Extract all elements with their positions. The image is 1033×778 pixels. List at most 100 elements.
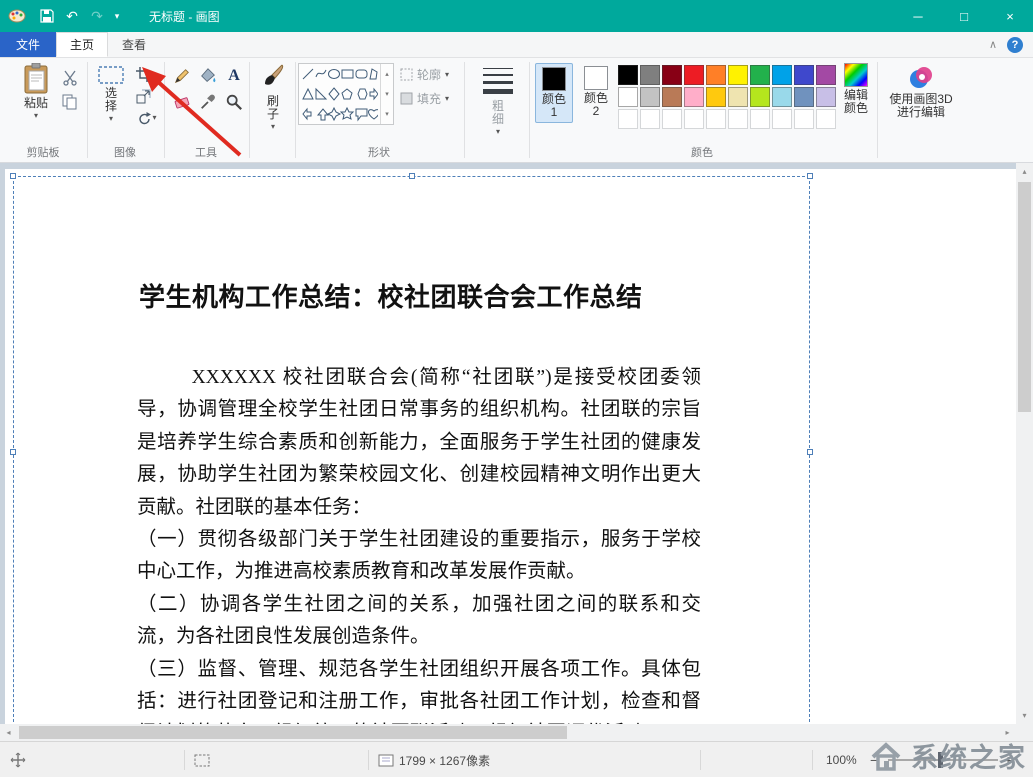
copy-button[interactable] <box>60 92 80 112</box>
selection-handle-top-left[interactable] <box>10 173 16 179</box>
palette-swatch-4[interactable] <box>706 65 726 85</box>
palette-swatch-3[interactable] <box>684 65 704 85</box>
window-title: 无标题 - 画图 <box>149 8 220 25</box>
paste-button[interactable]: 粘贴 ▾ <box>13 63 59 120</box>
tab-home[interactable]: 主页 <box>56 32 108 57</box>
palette-swatch-0[interactable] <box>618 65 638 85</box>
palette-swatch-5[interactable] <box>728 65 748 85</box>
color-picker-tool-button[interactable] <box>197 91 219 113</box>
shape-fill-button[interactable]: 填充 ▾ <box>400 90 449 107</box>
horizontal-scroll-thumb[interactable] <box>19 726 567 739</box>
magnifier-tool-button[interactable] <box>223 91 245 113</box>
horizontal-scrollbar[interactable]: ◂ ▸ <box>0 724 1016 741</box>
text-tool-button[interactable]: A <box>223 65 245 87</box>
help-icon[interactable]: ? <box>1007 37 1023 53</box>
palette-swatch-26[interactable] <box>750 109 770 129</box>
shape-diamond <box>329 88 339 100</box>
shapes-gallery[interactable]: ▴ ▾ ▾ <box>298 63 394 125</box>
palette-swatch-6[interactable] <box>750 65 770 85</box>
gallery-scroll-up-icon[interactable]: ▴ <box>381 64 393 84</box>
vertical-scroll-thumb[interactable] <box>1018 182 1031 412</box>
crop-button[interactable] <box>134 65 152 83</box>
palette-swatch-21[interactable] <box>640 109 660 129</box>
palette-swatch-20[interactable] <box>618 109 638 129</box>
shape-rounded-callout <box>356 109 367 120</box>
selection-handle-mid-right[interactable] <box>807 449 813 455</box>
tab-view[interactable]: 查看 <box>108 32 160 57</box>
palette-swatch-24[interactable] <box>706 109 726 129</box>
zoom-in-button[interactable]: + <box>1004 742 1012 778</box>
shape-arrow-left <box>303 109 311 119</box>
palette-swatch-18[interactable] <box>794 87 814 107</box>
selection-handle-mid-left[interactable] <box>10 449 16 455</box>
palette-swatch-29[interactable] <box>816 109 836 129</box>
rotate-button[interactable]: ▾ <box>134 109 160 127</box>
palette-swatch-27[interactable] <box>772 109 792 129</box>
brushes-button[interactable]: 刷子 ▾ <box>254 63 292 131</box>
palette-swatch-23[interactable] <box>684 109 704 129</box>
maximize-button[interactable]: □ <box>941 0 987 32</box>
selection-region[interactable]: 学生机构工作总结：校社团联合会工作总结 XXXXXX 校社团联合会(简称“社团联… <box>13 176 810 724</box>
palette-swatch-22[interactable] <box>662 109 682 129</box>
selection-handle-top-center[interactable] <box>409 173 415 179</box>
gallery-scroll-down-icon[interactable]: ▾ <box>381 84 393 104</box>
color2-button[interactable]: 颜色 2 <box>577 63 615 121</box>
cut-button[interactable] <box>60 68 80 88</box>
collapse-ribbon-icon[interactable]: ∧ <box>989 38 997 51</box>
edit-colors-button[interactable]: 编辑颜色 <box>840 63 872 115</box>
palette-swatch-16[interactable] <box>750 87 770 107</box>
palette-swatch-1[interactable] <box>640 65 660 85</box>
vertical-scrollbar[interactable]: ▴ ▾ <box>1016 163 1033 724</box>
quick-access-toolbar: ↶ ↷ ▾ <box>36 5 123 27</box>
edit-with-paint3d-button[interactable]: 使用画图3D 进行编辑 <box>884 65 958 119</box>
palette-swatch-7[interactable] <box>772 65 792 85</box>
palette-swatch-28[interactable] <box>794 109 814 129</box>
fill-tool-button[interactable] <box>197 65 219 87</box>
palette-swatch-14[interactable] <box>706 87 726 107</box>
stroke-size-button[interactable]: 粗细 ▾ <box>472 68 524 136</box>
palette-swatch-11[interactable] <box>640 87 660 107</box>
palette-swatch-12[interactable] <box>662 87 682 107</box>
canvas-viewport[interactable]: 学生机构工作总结：校社团联合会工作总结 XXXXXX 校社团联合会(简称“社团联… <box>0 163 1016 724</box>
zoom-slider-thumb[interactable] <box>938 752 943 768</box>
eraser-tool-button[interactable] <box>171 91 193 113</box>
pencil-tool-button[interactable] <box>171 65 193 87</box>
scroll-up-icon[interactable]: ▴ <box>1016 163 1033 180</box>
undo-icon[interactable]: ↶ <box>61 5 83 27</box>
palette-swatch-9[interactable] <box>816 65 836 85</box>
shapes-row-2 <box>302 86 378 102</box>
palette-swatch-17[interactable] <box>772 87 792 107</box>
palette-swatch-19[interactable] <box>816 87 836 107</box>
fill-style-icon <box>400 92 413 105</box>
scroll-right-icon[interactable]: ▸ <box>999 724 1016 741</box>
select-button[interactable]: 选择 ▾ <box>93 65 129 123</box>
minimize-button[interactable]: ─ <box>895 0 941 32</box>
close-button[interactable]: × <box>987 0 1033 32</box>
document-paragraph: XXXXXX 校社团联合会(简称“社团联”)是接受校团委领导，协调管理全校学生社… <box>137 362 701 524</box>
palette-swatch-8[interactable] <box>794 65 814 85</box>
save-icon[interactable] <box>36 5 58 27</box>
scroll-down-icon[interactable]: ▾ <box>1016 707 1033 724</box>
scroll-left-icon[interactable]: ◂ <box>0 724 17 741</box>
palette-swatch-2[interactable] <box>662 65 682 85</box>
shape-outline-button[interactable]: 轮廓 ▾ <box>400 66 449 83</box>
resize-button[interactable] <box>134 87 152 105</box>
qat-customize-icon[interactable]: ▾ <box>111 5 123 27</box>
canvas[interactable]: 学生机构工作总结：校社团联合会工作总结 XXXXXX 校社团联合会(简称“社团联… <box>5 169 1016 724</box>
redo-icon[interactable]: ↷ <box>86 5 108 27</box>
paint-app-icon[interactable] <box>8 9 26 23</box>
palette-swatch-13[interactable] <box>684 87 704 107</box>
color1-button[interactable]: 颜色 1 <box>535 63 573 123</box>
shapes-gallery-scrollbar[interactable]: ▴ ▾ ▾ <box>380 64 393 124</box>
palette-swatch-25[interactable] <box>728 109 748 129</box>
shape-arrow-up <box>318 109 328 120</box>
palette-swatch-15[interactable] <box>728 87 748 107</box>
tab-file[interactable]: 文件 <box>0 32 56 57</box>
gallery-more-icon[interactable]: ▾ <box>381 104 393 124</box>
palette-swatch-10[interactable] <box>618 87 638 107</box>
zoom-slider[interactable] <box>888 759 998 761</box>
selection-handle-top-right[interactable] <box>807 173 813 179</box>
magnifier-icon <box>225 93 243 111</box>
zoom-out-button[interactable]: − <box>870 742 878 778</box>
shapes-row-1 <box>302 66 378 82</box>
